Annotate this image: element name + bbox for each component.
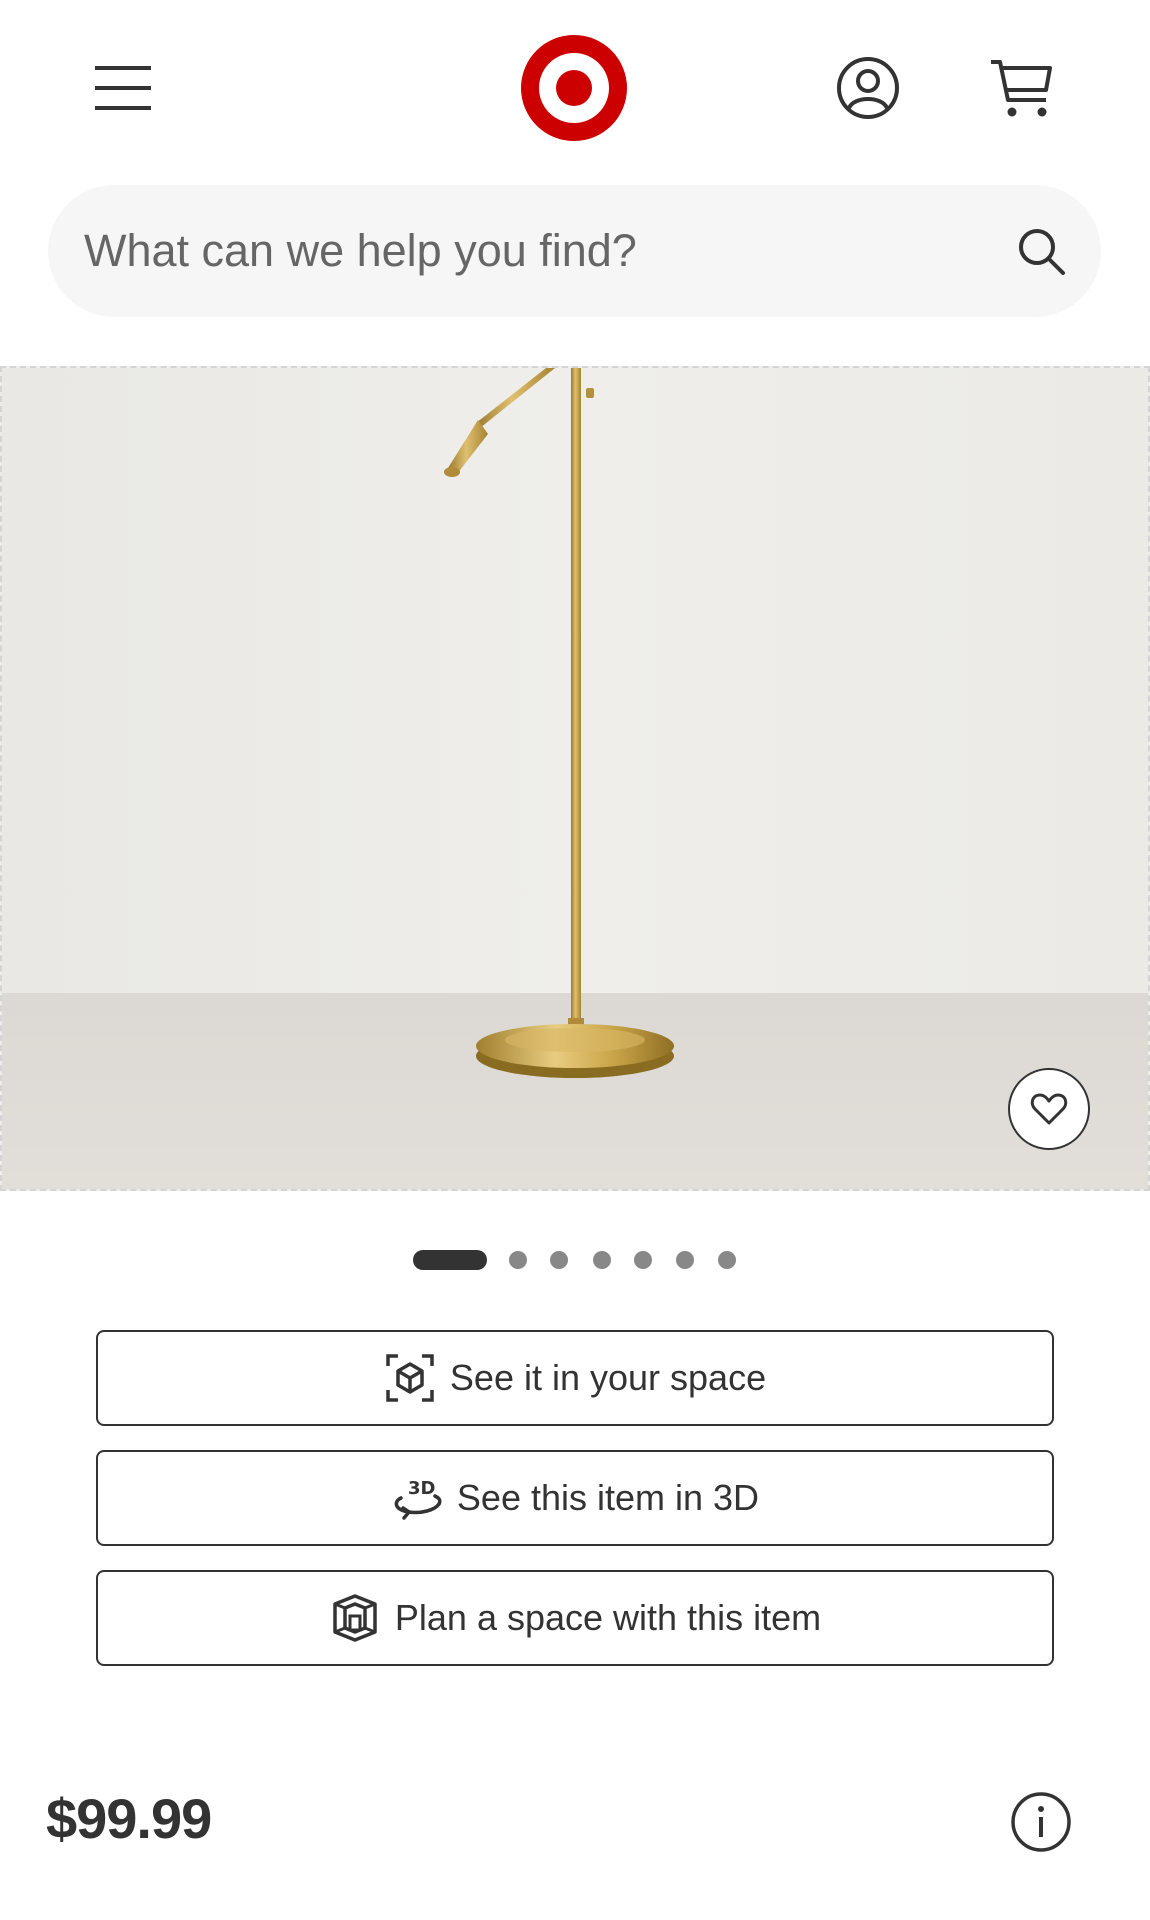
carousel-dot[interactable] xyxy=(718,1251,736,1269)
carousel-dot[interactable] xyxy=(593,1251,611,1269)
gold-floor-lamp-image xyxy=(2,368,1148,1189)
carousel-dot[interactable] xyxy=(676,1251,694,1269)
product-image[interactable] xyxy=(0,366,1150,1191)
carousel-dot[interactable] xyxy=(509,1251,527,1269)
ar-cube-icon xyxy=(384,1352,436,1404)
site-header xyxy=(0,0,1150,176)
plan-a-space-button[interactable]: Plan a space with this item xyxy=(96,1570,1054,1666)
account-icon[interactable] xyxy=(834,54,902,122)
info-icon[interactable] xyxy=(1010,1791,1072,1853)
search-input[interactable] xyxy=(84,185,1004,317)
carousel-dot[interactable] xyxy=(550,1251,568,1269)
product-page: See it in your space 3D See this item in… xyxy=(0,0,1150,1920)
heart-icon[interactable] xyxy=(1008,1068,1090,1150)
svg-text:3D: 3D xyxy=(408,1478,435,1499)
hamburger-menu-icon[interactable] xyxy=(90,58,160,118)
see-in-3d-button[interactable]: 3D See this item in 3D xyxy=(96,1450,1054,1546)
room-plan-icon xyxy=(329,1592,381,1644)
carousel-indicator xyxy=(0,1250,1150,1274)
plan-a-space-label: Plan a space with this item xyxy=(394,1597,822,1638)
see-in-your-space-label: See it in your space xyxy=(449,1357,767,1398)
carousel-dot-active[interactable] xyxy=(413,1250,487,1270)
search-icon[interactable] xyxy=(1013,223,1069,279)
product-price: $99.99 xyxy=(46,1787,212,1850)
search-bar xyxy=(48,185,1101,317)
carousel-dot[interactable] xyxy=(634,1251,652,1269)
see-in-3d-label: See this item in 3D xyxy=(456,1477,760,1518)
3d-rotate-icon: 3D xyxy=(391,1472,443,1524)
see-in-your-space-button[interactable]: See it in your space xyxy=(96,1330,1054,1426)
cart-icon[interactable] xyxy=(988,54,1058,124)
target-bullseye-logo[interactable] xyxy=(520,34,628,142)
